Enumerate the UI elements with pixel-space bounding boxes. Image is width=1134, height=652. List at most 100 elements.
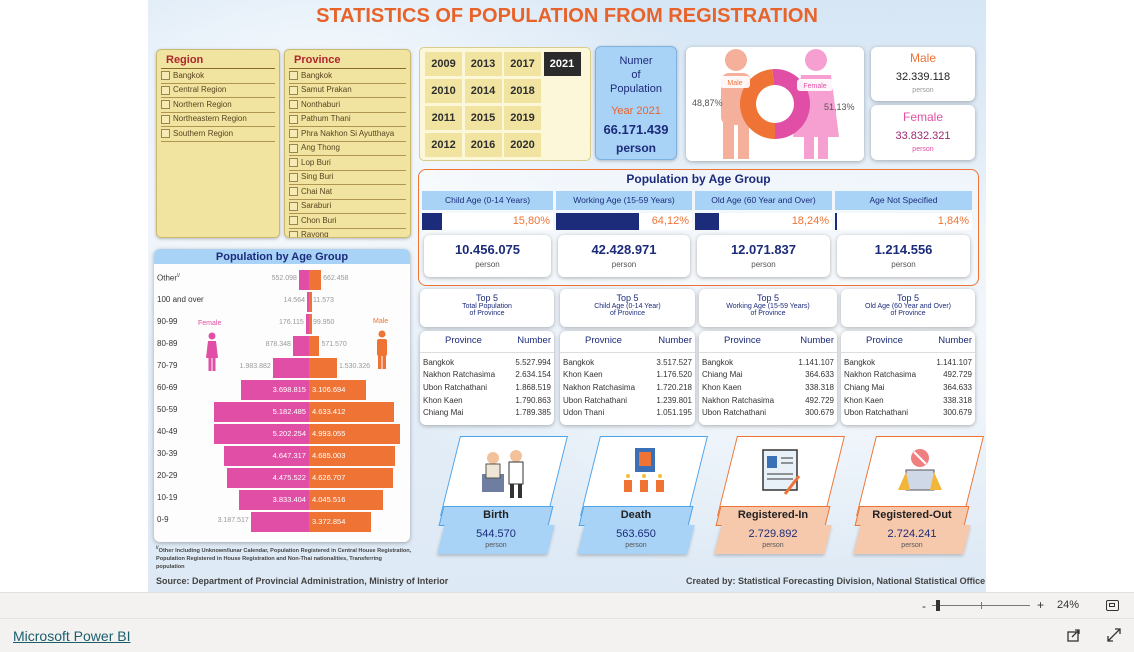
pyramid-age-text: 70-79 <box>157 361 178 370</box>
year-2021-button[interactable]: 2021 <box>543 52 581 76</box>
pyramid-age-label: 50-59 <box>157 405 177 414</box>
donut-male-label: Male <box>727 80 742 87</box>
pyramid-male-bar <box>309 336 320 356</box>
age-col-unit: person <box>891 260 916 269</box>
province-item[interactable]: Chon Buri <box>289 214 406 229</box>
province-item[interactable]: Nonthaburi <box>289 98 406 113</box>
province-item[interactable]: Ang Thong <box>289 142 406 156</box>
region-item-label: Bangkok <box>173 70 205 80</box>
checkbox-icon[interactable] <box>161 100 170 110</box>
checkbox-icon[interactable] <box>289 230 298 237</box>
top5-col-province[interactable]: Province <box>866 335 903 352</box>
checkbox-icon[interactable] <box>289 114 298 124</box>
pyramid-female-bar: 5.182.485 <box>214 402 309 422</box>
region-item[interactable]: Central Region <box>161 84 275 98</box>
donut-female-label: Female <box>803 83 826 90</box>
pyramid-female-bar <box>250 512 309 532</box>
zoom-out-button[interactable]: - <box>922 599 926 613</box>
province-item[interactable]: Pathum Thani <box>289 113 406 127</box>
province-item[interactable]: Rayong <box>289 229 406 237</box>
year-2020-button[interactable]: 2020 <box>504 133 541 157</box>
year-2016-button[interactable]: 2016 <box>464 133 502 157</box>
province-item[interactable]: Sing Buri <box>289 171 406 185</box>
pyramid-age-text: 50-59 <box>157 405 178 414</box>
province-item[interactable]: Bangkok <box>289 69 406 84</box>
checkbox-icon[interactable] <box>289 187 298 197</box>
year-2009-button[interactable]: 2009 <box>425 52 462 76</box>
top5-col-number[interactable]: Number <box>658 335 692 352</box>
table-row: Chiang Mai 1.789.385 <box>420 406 554 419</box>
province-item[interactable]: Lop Buri <box>289 156 406 171</box>
checkbox-icon[interactable] <box>289 85 298 95</box>
year-slicer[interactable]: 2009 2013 2017 2021 2010 2014 2018 2011 2015 2019… <box>419 47 591 161</box>
top5-number-cell: 1.051.195 <box>656 408 692 418</box>
checkbox-icon[interactable] <box>289 143 298 153</box>
top5-columns: Province Number <box>699 331 837 353</box>
top5-col-province[interactable]: Province <box>724 335 761 352</box>
checkbox-icon[interactable] <box>289 216 298 226</box>
top5-col-number[interactable]: Number <box>517 335 551 352</box>
province-item[interactable]: Phra Nakhon Si Ayutthaya <box>289 127 406 142</box>
year-2013-button[interactable]: 2013 <box>464 52 502 76</box>
powerbi-link[interactable]: Microsoft Power BI <box>13 628 130 644</box>
year-2010-button[interactable]: 2010 <box>425 79 462 103</box>
region-item[interactable]: Southern Region <box>161 127 275 142</box>
zoom-in-button[interactable]: + <box>1037 598 1044 612</box>
year-2018-button[interactable]: 2018 <box>504 79 541 103</box>
top5-col-number[interactable]: Number <box>938 335 972 352</box>
province-list[interactable]: Bangkok Samut Prakan Nonthaburi Pathum Than… <box>285 69 410 237</box>
checkbox-icon[interactable] <box>289 129 298 139</box>
pyramid-title: Population by Age Group <box>154 249 410 264</box>
province-item[interactable]: Samut Prakan <box>289 84 406 98</box>
pyramid-male-value: 4.626.707 <box>312 473 346 482</box>
top5-number-cell: 492.729 <box>943 370 972 380</box>
pyramid-female-bar <box>292 336 309 356</box>
checkbox-icon[interactable] <box>289 71 298 81</box>
total-unit: person <box>615 141 656 155</box>
checkbox-icon[interactable] <box>289 201 298 211</box>
top5-col-province[interactable]: Province <box>445 335 482 352</box>
fit-to-page-icon[interactable] <box>1106 600 1119 611</box>
province-item-label: Pathum Thani <box>301 114 351 124</box>
province-slicer[interactable]: Province Bangkok Samut Prakan Nonthaburi Pa… <box>284 49 411 238</box>
pyramid-male-bar: 4.045.516 <box>309 490 383 510</box>
checkbox-icon[interactable] <box>289 100 298 110</box>
event-card: Registered-Out 2.724.241 person <box>852 436 984 554</box>
pyramid-male-bar: 4.685.003 <box>309 446 395 466</box>
checkbox-icon[interactable] <box>161 129 170 139</box>
year-2012-button[interactable]: 2012 <box>425 133 462 157</box>
region-item[interactable]: Northeastern Region <box>161 113 275 127</box>
region-item[interactable]: Northern Region <box>161 98 275 113</box>
year-2014-button[interactable]: 2014 <box>464 79 502 103</box>
male-person-icon <box>376 330 388 370</box>
top5-number-cell: 364.633 <box>943 382 972 392</box>
year-2017-button[interactable]: 2017 <box>504 52 541 76</box>
year-2015-button[interactable]: 2015 <box>464 106 502 130</box>
top5-col-number[interactable]: Number <box>800 335 834 352</box>
top5-col-province[interactable]: Provnice <box>585 335 622 352</box>
checkbox-icon[interactable] <box>289 158 298 168</box>
age-col-bar-fill <box>835 213 837 230</box>
region-list[interactable]: Bangkok Central Region Northern Region Nort… <box>157 69 279 142</box>
pyramid-male-value: 4.633.412 <box>312 407 346 416</box>
checkbox-icon[interactable] <box>161 85 170 95</box>
share-icon[interactable] <box>1067 628 1081 642</box>
top5-number-cell: 338.318 <box>805 382 834 392</box>
table-row: Ubon Ratchathani 1.868.519 <box>420 381 554 394</box>
year-2019-button[interactable]: 2019 <box>504 106 541 130</box>
zoom-slider-thumb[interactable] <box>936 600 940 611</box>
checkbox-icon[interactable] <box>161 71 170 81</box>
province-item[interactable]: Chai Nat <box>289 185 406 200</box>
top5-province-cell: Chiang Mai <box>844 382 885 392</box>
region-item[interactable]: Bangkok <box>161 69 275 84</box>
fullscreen-icon[interactable] <box>1107 628 1121 642</box>
province-item[interactable]: Saraburi <box>289 200 406 214</box>
event-value: 2.724.241 <box>887 528 937 540</box>
province-item-label: Chon Buri <box>301 215 337 225</box>
pyramid-female-value: 5.182.485 <box>272 407 306 416</box>
region-slicer[interactable]: Region Bangkok Central Region Northern Reg… <box>156 49 280 238</box>
year-2011-button[interactable]: 2011 <box>425 106 462 130</box>
top5-header-2: Total Population <box>462 303 512 310</box>
checkbox-icon[interactable] <box>161 114 170 124</box>
checkbox-icon[interactable] <box>289 172 298 182</box>
